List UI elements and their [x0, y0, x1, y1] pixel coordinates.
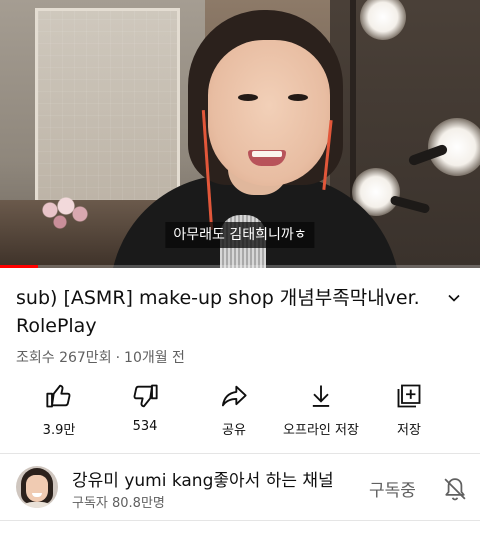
bell-off-icon[interactable]	[441, 475, 469, 503]
download-icon	[312, 385, 330, 407]
progress-bar-fill	[0, 265, 39, 268]
subscribed-button[interactable]: 구독중	[369, 476, 416, 501]
thumb-up-icon	[46, 384, 71, 408]
dislike-button[interactable]: 534	[122, 382, 168, 444]
share-label: 공유	[222, 423, 246, 438]
avatar-shirt	[20, 502, 54, 508]
meta-separator: ·	[115, 350, 121, 366]
background-flowers	[38, 196, 92, 234]
channel-row: 강유미 yumi kang좋아서 하는 채널 구독자 80.8만명 구독중	[0, 454, 480, 520]
video-subtitle: 아무래도 김태희니까ㅎ	[165, 222, 315, 248]
save-button[interactable]: 저장	[386, 382, 432, 444]
share-button[interactable]: 공유	[211, 382, 257, 444]
divider	[0, 520, 480, 521]
thumb-down-icon	[133, 384, 158, 408]
person-teeth	[252, 151, 282, 157]
save-playlist-icon	[397, 384, 421, 408]
view-count: 조회수 267만회	[16, 350, 112, 366]
subscriber-count: 구독자 80.8만명	[72, 496, 165, 511]
like-count: 3.9만	[42, 423, 76, 438]
video-player[interactable]: 아무래도 김태희니까ㅎ	[0, 0, 480, 268]
avatar-face	[26, 475, 48, 502]
channel-name[interactable]: 강유미 yumi kang좋아서 하는 채널	[72, 466, 334, 491]
like-button[interactable]: 3.9만	[36, 382, 82, 444]
video-title-row[interactable]: sub) [ASMR] make-up shop 개념부족막내ver. Role…	[16, 284, 464, 340]
person-eye	[238, 94, 258, 101]
share-icon	[221, 385, 247, 407]
channel-avatar[interactable]	[16, 466, 58, 508]
download-label: 오프라인 저장	[283, 423, 359, 438]
video-meta: 조회수 267만회 · 10개월 전	[16, 347, 185, 367]
upload-age: 10개월 전	[124, 350, 185, 366]
background-shelf	[35, 8, 180, 203]
video-title[interactable]: sub) [ASMR] make-up shop 개념부족막내ver. Role…	[16, 284, 436, 340]
progress-bar[interactable]	[0, 265, 480, 268]
download-button[interactable]: 오프라인 저장	[276, 382, 366, 444]
save-label: 저장	[397, 423, 421, 438]
chevron-down-icon[interactable]	[444, 288, 464, 308]
person-eye	[288, 94, 308, 101]
action-bar: 3.9만 534 공유 오프라인 저장 저장	[0, 382, 480, 444]
dislike-count: 534	[132, 419, 158, 434]
